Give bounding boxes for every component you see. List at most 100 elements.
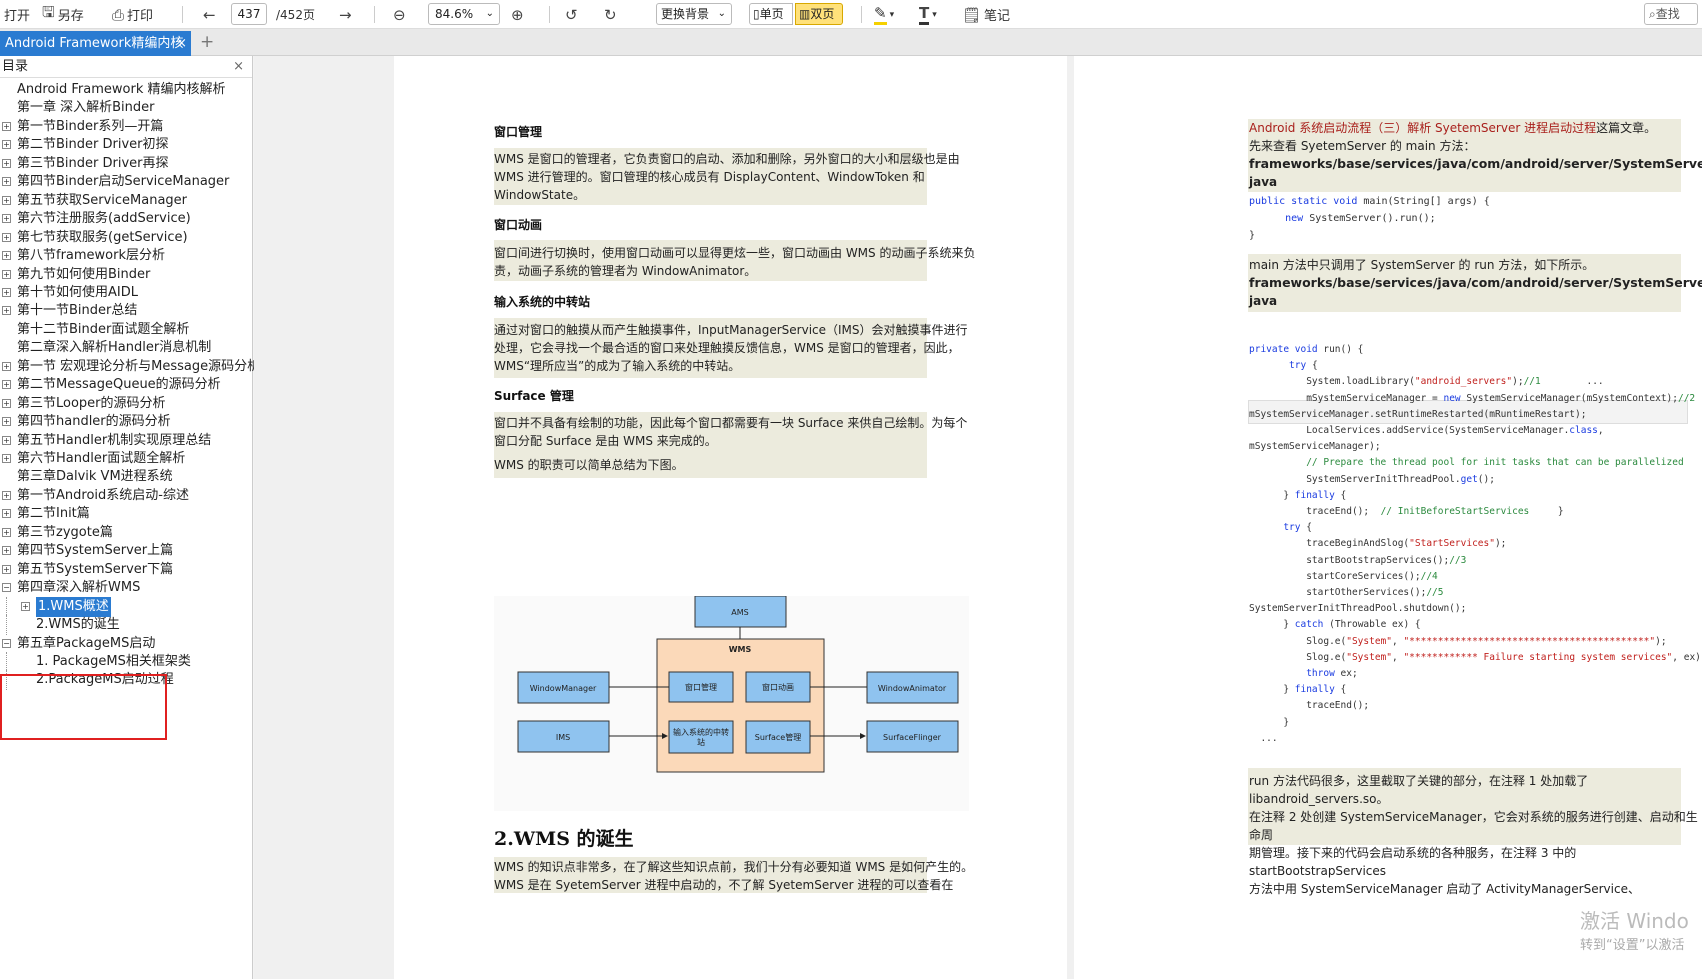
text-line: 在注释 2 处创建 SystemServiceManager，它会对系统的服务进…	[1249, 810, 1698, 842]
close-sidebar-icon[interactable]: ×	[233, 56, 244, 78]
rotate-left-button[interactable]: ↺	[565, 0, 578, 29]
expand-icon[interactable]: +	[2, 287, 11, 297]
chevron-down-icon: ▾	[932, 9, 937, 20]
search-icon: ⌕	[1649, 7, 1656, 21]
expand-icon[interactable]: +	[21, 601, 30, 611]
expand-icon[interactable]: +	[2, 251, 11, 261]
toc-item-label: 第四章深入解析WMS	[17, 580, 141, 596]
double-page-button[interactable]: ▥双页	[795, 3, 843, 25]
toc-item[interactable]: +1.WMS概述	[0, 596, 252, 617]
expand-icon[interactable]: +	[2, 121, 11, 131]
expand-icon[interactable]: +	[2, 361, 11, 371]
toc-item[interactable]: + 第十节如何使用AIDL	[0, 283, 252, 303]
expand-icon[interactable]: +	[2, 269, 11, 279]
notes-button[interactable]: 🗒 笔记	[962, 0, 1010, 29]
expand-icon[interactable]: +	[2, 195, 11, 205]
new-tab-button[interactable]: +	[200, 32, 214, 52]
toc-item[interactable]: 第三章Dalvik VM进程系统	[0, 467, 252, 487]
toc-item[interactable]: + 第八节framework层分析	[0, 246, 252, 266]
expand-icon[interactable]: +	[2, 564, 11, 574]
toc-item-label: 第一节 宏观理论分析与Message源码分析	[17, 358, 261, 374]
expand-icon[interactable]: +	[2, 158, 11, 168]
toc-item[interactable]: + 第五节Handler机制实现原理总结	[0, 431, 252, 451]
toc-item[interactable]: + 第七节获取服务(getService)	[0, 228, 252, 248]
zoom-out-button[interactable]: ⊖	[393, 0, 406, 29]
toc-item[interactable]: − 第四章深入解析WMS	[0, 578, 252, 598]
text-line: Android 系统启动流程（三）解析 SyetemServer 进程启动过程这…	[1249, 119, 1702, 137]
expand-icon[interactable]: +	[2, 546, 11, 556]
paragraph-window-manage: WMS 是窗口的管理者，它负责窗口的启动、添加和删除，另外窗口的大小和层级也是由…	[494, 150, 960, 204]
toc-item[interactable]: + 第二节Binder Driver初探	[0, 135, 252, 155]
expand-icon[interactable]: +	[2, 454, 11, 463]
prev-page-button[interactable]: ←	[203, 0, 216, 29]
toc-item[interactable]: Android Framework 精编内核解析	[0, 80, 252, 100]
toc-item[interactable]: 第二章深入解析Handler消息机制	[0, 338, 252, 358]
toc-item[interactable]: + 第三节Looper的源码分析	[0, 394, 252, 414]
toc-item[interactable]: + 第一节 宏观理论分析与Message源码分析	[0, 357, 260, 377]
toc-item[interactable]: 2.WMS的诞生	[0, 615, 252, 636]
toc-item[interactable]: + 第五节SystemServer下篇	[0, 560, 252, 580]
expand-icon[interactable]: +	[2, 177, 11, 187]
save-as-button[interactable]: 🖫 另存	[42, 0, 84, 29]
page-left: 窗口管理 WMS 是窗口的管理者，它负责窗口的启动、添加和删除，另外窗口的大小和…	[394, 56, 1067, 979]
input-relay-label-1: 输入系统的中转	[673, 727, 729, 737]
expand-icon[interactable]: +	[2, 306, 11, 316]
expand-icon[interactable]: +	[2, 509, 11, 519]
toc-item[interactable]: + 第十一节Binder总结	[0, 301, 252, 321]
highlight-button[interactable]: ✎ ▾	[874, 0, 894, 29]
close-tab-icon[interactable]: ×	[176, 31, 187, 56]
toc-item[interactable]: + 第九节如何使用Binder	[0, 265, 252, 285]
expand-icon[interactable]: +	[2, 417, 11, 427]
code-main: public static void main(String[] args) {…	[1249, 196, 1490, 241]
text-line: 窗口间进行切换时，使用窗口动画可以显得更炫一些，窗口动画由 WMS 的动画子系统…	[494, 246, 976, 260]
expand-icon[interactable]: +	[2, 232, 11, 242]
toc-item-label: 第二节Binder Driver初探	[17, 137, 169, 153]
single-page-button[interactable]: ▯单页	[749, 3, 793, 25]
toc-item[interactable]: + 第五节获取ServiceManager	[0, 191, 252, 211]
expand-icon[interactable]: +	[2, 380, 11, 390]
toc-item-label: 2.WMS的诞生	[36, 617, 120, 633]
article-link[interactable]: Android 系统启动流程（三）解析 SyetemServer 进程启动过程	[1249, 121, 1596, 135]
toc-item[interactable]: + 第六节Handler面试题全解析	[0, 449, 252, 469]
page-right: Android 系统启动流程（三）解析 SyetemServer 进程启动过程这…	[1074, 56, 1702, 979]
print-button[interactable]: ⎙ 打印	[112, 0, 153, 29]
search-input[interactable]: ⌕查找	[1644, 3, 1698, 25]
divider	[374, 6, 375, 23]
rotate-right-button[interactable]: ↻	[604, 0, 617, 29]
toc-item[interactable]: + 第二节Init篇	[0, 504, 252, 524]
toc-item[interactable]: + 第三节Binder Driver再探	[0, 154, 252, 174]
document-tab[interactable]: Android Framework精编内核 ×	[0, 31, 191, 56]
intro-block: Android 系统启动流程（三）解析 SyetemServer 进程启动过程这…	[1249, 119, 1702, 191]
expand-icon[interactable]: +	[2, 490, 11, 500]
change-background-select[interactable]: 更换背景 ⌄	[656, 3, 732, 25]
toc-item[interactable]: + 第四节handler的源码分析	[0, 412, 252, 432]
toc-item[interactable]: + 第一节Android系统启动-综述	[0, 486, 252, 506]
expand-icon[interactable]: +	[2, 527, 11, 537]
chevron-down-icon: ⌄	[717, 8, 726, 19]
collapse-icon[interactable]: −	[2, 583, 11, 593]
toc-item[interactable]: + 第六节注册服务(addService)	[0, 209, 252, 229]
document-viewer[interactable]: 窗口管理 WMS 是窗口的管理者，它负责窗口的启动、添加和删除，另外窗口的大小和…	[254, 56, 1702, 979]
rotate-right-icon: ↻	[604, 5, 617, 24]
toc-item[interactable]: − 第五章PackageMS启动	[0, 634, 252, 654]
text-color-button[interactable]: T ▾	[919, 0, 937, 29]
zoom-select[interactable]: 84.6% ⌄	[428, 3, 500, 25]
toc-item[interactable]: 第十二节Binder面试题全解析	[0, 320, 252, 340]
open-button[interactable]: 打开	[4, 0, 30, 29]
expand-icon[interactable]: +	[2, 140, 11, 150]
expand-icon[interactable]: +	[2, 435, 11, 445]
toc-item[interactable]: + 第四节SystemServer上篇	[0, 541, 252, 561]
toc-item[interactable]: + 第一节Binder系列—开篇	[0, 117, 252, 137]
text-line: WMS 是在 SyetemServer 进程中启动的，不了解 SyetemSer…	[494, 878, 954, 892]
expand-icon[interactable]: +	[2, 398, 11, 408]
page-number-input[interactable]: 437	[231, 3, 267, 25]
next-page-button[interactable]: →	[339, 0, 352, 29]
toc-item[interactable]: 第一章 深入解析Binder	[0, 98, 252, 118]
toc-item[interactable]: + 第三节zygote篇	[0, 523, 252, 543]
collapse-icon[interactable]: −	[2, 638, 11, 648]
toc-item[interactable]: + 第二节MessageQueue的源码分析	[0, 375, 252, 395]
toc-item[interactable]: + 第四节Binder启动ServiceManager	[0, 172, 252, 192]
zoom-in-button[interactable]: ⊕	[511, 0, 524, 29]
toc-item[interactable]: 1. PackageMS相关框架类	[0, 651, 252, 672]
expand-icon[interactable]: +	[2, 214, 11, 224]
